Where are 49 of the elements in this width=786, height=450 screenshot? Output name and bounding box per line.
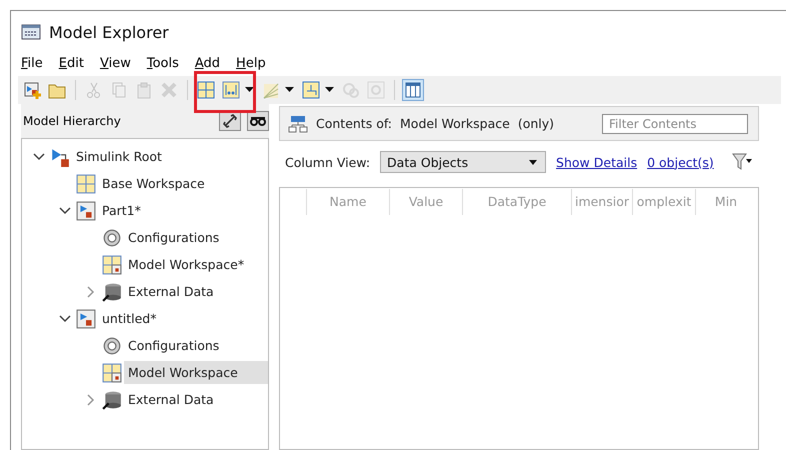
database-icon — [102, 390, 122, 410]
tree-item[interactable]: Model Workspace* — [124, 253, 248, 276]
filter-icon[interactable] — [732, 152, 754, 172]
contents-scope: (only) — [518, 116, 554, 131]
menu-item[interactable]: Edit — [58, 56, 84, 74]
grid-icon — [76, 174, 96, 194]
grid-button[interactable] — [195, 79, 217, 101]
tree-item[interactable]: Model Workspace — [124, 361, 268, 384]
bracket-button[interactable] — [220, 79, 242, 101]
tree-item[interactable]: Part1* — [98, 199, 145, 222]
column-view-dropdown[interactable]: Data Objects — [380, 151, 546, 173]
tree-item[interactable]: External Data — [124, 280, 218, 303]
database-icon — [102, 282, 122, 302]
tree-item[interactable]: untitled* — [98, 307, 160, 330]
menu-item[interactable]: View — [100, 56, 131, 74]
hierarchy-icon — [288, 114, 308, 132]
menu-item[interactable]: Add — [194, 56, 220, 74]
tree-item[interactable]: Base Workspace — [98, 172, 209, 195]
gear-icon — [102, 336, 122, 356]
dropdown-arrow-icon[interactable] — [285, 87, 294, 93]
menu-item[interactable]: File — [21, 56, 43, 74]
glasses-icon — [250, 115, 266, 127]
dropdown-arrow-icon[interactable] — [245, 87, 254, 93]
columns-button[interactable] — [402, 79, 424, 101]
tree-item[interactable]: Configurations — [124, 226, 224, 249]
filter-field[interactable]: Filter Contents — [602, 114, 748, 134]
column-view-label: Column View: — [285, 154, 370, 170]
app-icon — [21, 24, 41, 40]
model-icon — [76, 308, 96, 328]
menu-item[interactable]: Tools — [146, 56, 179, 74]
workspace-icon — [102, 254, 122, 274]
window-title: Model Explorer — [49, 22, 169, 42]
dropdown-arrow-icon[interactable] — [325, 87, 334, 93]
tree-item[interactable]: Simulink Root — [72, 145, 166, 168]
show-details-link[interactable]: Show Details — [556, 154, 638, 170]
workspace-icon — [102, 362, 122, 382]
glasses-button[interactable] — [247, 111, 269, 131]
panel-title: Model Hierarchy — [23, 114, 122, 128]
tree-item[interactable]: External Data — [124, 388, 218, 411]
box-button[interactable] — [300, 79, 322, 101]
contents-target: Model Workspace — [400, 116, 510, 131]
gear-icon — [102, 228, 122, 248]
root-icon — [50, 146, 70, 166]
tree-item[interactable]: Configurations — [124, 334, 224, 357]
menu-item[interactable]: Help — [236, 56, 266, 74]
caret-icon — [529, 160, 538, 164]
model-icon — [76, 200, 96, 220]
object-count-link[interactable]: 0 object(s) — [647, 154, 714, 170]
contents-label: Contents of: — [316, 116, 392, 131]
